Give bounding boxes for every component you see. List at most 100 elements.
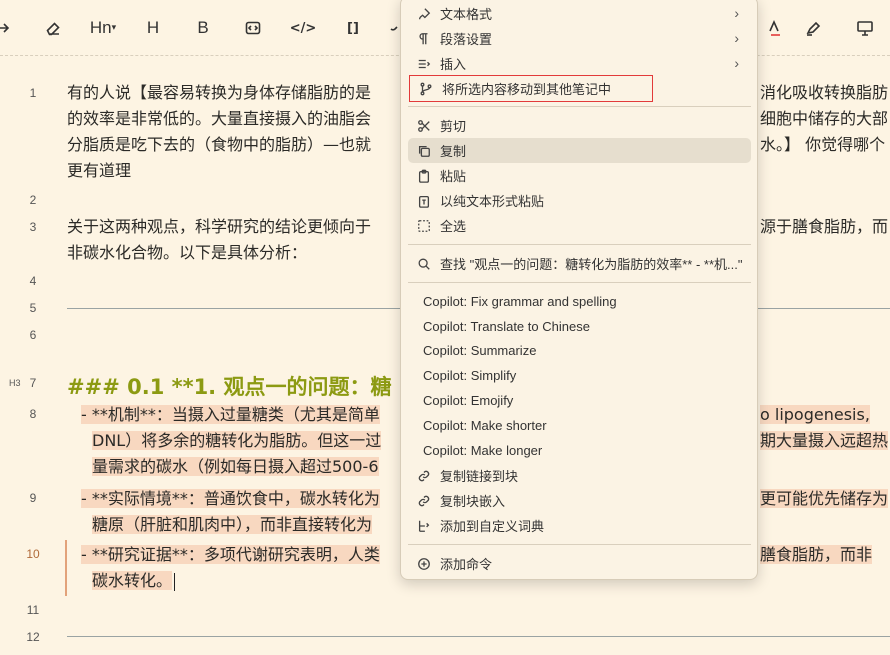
- menu-item-label: Copilot: Translate to Chinese: [423, 319, 590, 334]
- menu-item-move-to-note[interactable]: 将所选内容移动到其他笔记中: [409, 75, 653, 102]
- plus-circle-icon: [416, 556, 432, 572]
- search-icon: [416, 256, 432, 272]
- clipboard-icon: [416, 168, 432, 184]
- menu-item-copy-block-link[interactable]: 复制链接到块: [408, 463, 751, 488]
- menu-item-copilot-longer[interactable]: Copilot: Make longer: [408, 438, 751, 463]
- menu-item-add-dictionary[interactable]: 添加到自定义词典: [408, 513, 751, 538]
- chevron-right-icon: ›: [734, 30, 739, 46]
- paragraph-text: 分脂质是吃下去的（食物中的脂肪）—也就: [67, 135, 372, 154]
- menu-item-label: 全选: [440, 219, 467, 234]
- menu-item-label: 段落设置: [440, 32, 493, 47]
- menu-item-cut[interactable]: 剪切: [408, 113, 751, 138]
- present-icon[interactable]: [852, 16, 878, 40]
- menu-item-label: 复制块嵌入: [440, 494, 506, 509]
- horizontal-rule: [67, 636, 890, 637]
- list-item-text: 量需求的碳水（例如每日摄入超过500-6: [92, 454, 379, 480]
- menu-item-copilot-summarize[interactable]: Copilot: Summarize: [408, 338, 751, 363]
- heading-n-button[interactable]: Hn ▾: [88, 16, 118, 40]
- code-block-icon[interactable]: [240, 16, 266, 40]
- menu-item-label: Copilot: Summarize: [423, 343, 537, 358]
- menu-item-label: 添加命令: [440, 557, 493, 572]
- insert-icon: [416, 56, 432, 72]
- menu-item-copilot-shorter[interactable]: Copilot: Make shorter: [408, 413, 751, 438]
- list-item-text: 期大量摄入远超热: [760, 428, 889, 454]
- menu-item-label: Copilot: Fix grammar and spelling: [423, 294, 617, 309]
- pilcrow-icon: [416, 31, 432, 47]
- menu-item-label: 剪切: [440, 119, 467, 134]
- menu-item-paragraph-settings[interactable]: 段落设置 ›: [408, 26, 751, 51]
- text-color-icon[interactable]: [762, 16, 788, 40]
- paragraph-text: 消化吸收转换脂肪: [760, 83, 889, 102]
- inline-code-button[interactable]: </>: [289, 16, 317, 40]
- heading-label: H: [146, 18, 160, 37]
- clipboard-text-icon: [416, 193, 432, 209]
- line-number: 11: [26, 603, 40, 617]
- list-item-text: 期大量摄入远超热: [760, 431, 889, 450]
- line-number: 12: [26, 630, 40, 644]
- menu-item-label: Copilot: Make shorter: [423, 418, 547, 433]
- menu-item-copy[interactable]: 复制: [408, 138, 751, 163]
- list-item-text: 更可能优先储存为: [760, 489, 889, 508]
- menu-item-copy-block-embed[interactable]: 复制块嵌入: [408, 488, 751, 513]
- line-number: 3: [29, 220, 37, 234]
- line-number: 1: [29, 86, 37, 100]
- text-cursor: [174, 572, 176, 591]
- list-item-text: 膳食脂肪，而非: [760, 542, 873, 568]
- list-item-text: o lipogenesis,: [760, 405, 870, 424]
- list-item-text: 碳水转化。: [92, 568, 176, 594]
- select-all-icon: [416, 218, 432, 234]
- menu-item-copilot-simplify[interactable]: Copilot: Simplify: [408, 363, 751, 388]
- list-item-text: - **机制**：当摄入过量糖类（尤其是简单: [81, 405, 380, 424]
- menu-item-select-all[interactable]: 全选: [408, 213, 751, 238]
- scissors-icon: [416, 118, 432, 134]
- bold-label: B: [197, 18, 209, 37]
- git-branch-icon: [418, 81, 434, 97]
- heading-n-label: Hn: [89, 18, 112, 37]
- menu-item-find[interactable]: 查找 "观点一的问题：糖转化为脂肪的效率** - **机...": [408, 251, 751, 276]
- list-item-text: - **研究证据**：多项代谢研究表明，人类: [81, 545, 380, 564]
- menu-item-label: 复制链接到块: [440, 469, 519, 484]
- menu-item-copilot-translate[interactable]: Copilot: Translate to Chinese: [408, 314, 751, 339]
- bracket-button[interactable]: []: [340, 16, 366, 40]
- menu-item-label: 添加到自定义词典: [440, 519, 545, 534]
- list-item-text: 碳水转化。: [92, 571, 173, 590]
- menu-item-text-format[interactable]: 文本格式 ›: [408, 1, 751, 26]
- line-number: 4: [29, 274, 37, 288]
- paragraph-text: 水。】 你觉得哪个: [760, 135, 886, 154]
- menu-item-label: 将所选内容移动到其他笔记中: [442, 82, 612, 97]
- copy-icon: [416, 143, 432, 159]
- menu-item-add-command[interactable]: 添加命令: [408, 551, 751, 576]
- menu-separator: [408, 106, 751, 107]
- menu-item-copilot-emojify[interactable]: Copilot: Emojify: [408, 388, 751, 413]
- list-item: - **实际情境**：普通饮食中，碳水转化为: [81, 486, 380, 512]
- paragraph-text: 源于膳食脂肪，而: [760, 217, 889, 236]
- bracket-label: []: [347, 20, 359, 36]
- line-number: 6: [29, 328, 37, 342]
- menu-separator: [408, 544, 751, 545]
- menu-item-paste[interactable]: 粘贴: [408, 163, 751, 188]
- line-number: 5: [29, 301, 37, 315]
- highlighter-icon[interactable]: [800, 16, 826, 40]
- line-number: 7: [29, 376, 37, 390]
- heading-text: ### 0.1 **1. 观点一的问题：糖: [67, 375, 392, 399]
- list-item-text: DNL）将多余的糖转化为脂肪。但这一过: [92, 431, 382, 450]
- menu-item-label: 查找 "观点一的问题：糖转化为脂肪的效率** - **机...": [440, 257, 743, 272]
- menu-item-label: 粘贴: [440, 169, 467, 184]
- chevron-right-icon: ›: [734, 55, 739, 71]
- list-item-text: 糖原（肝脏和肌肉中），而非直接转化为: [92, 515, 373, 534]
- bold-button[interactable]: B: [190, 16, 216, 40]
- link-icon: [416, 493, 432, 509]
- menu-item-insert[interactable]: 插入 ›: [408, 51, 751, 76]
- menu-item-label: 插入: [440, 57, 467, 72]
- paragraph-text: 非碳水化合物。以下是具体分析：: [67, 243, 308, 262]
- heading-level-tag: H3: [9, 378, 21, 388]
- list-item-text: 更可能优先储存为: [760, 486, 889, 512]
- line-number: 9: [29, 491, 37, 505]
- inline-code-label: </>: [289, 20, 317, 36]
- menu-item-paste-plain[interactable]: 以纯文本形式粘贴: [408, 188, 751, 213]
- menu-item-copilot-fix-grammar[interactable]: Copilot: Fix grammar and spelling: [408, 289, 751, 314]
- eraser-icon[interactable]: [40, 16, 66, 40]
- menu-item-label: Copilot: Make longer: [423, 443, 543, 458]
- redo-icon[interactable]: [0, 16, 16, 40]
- heading-button[interactable]: H: [140, 16, 166, 40]
